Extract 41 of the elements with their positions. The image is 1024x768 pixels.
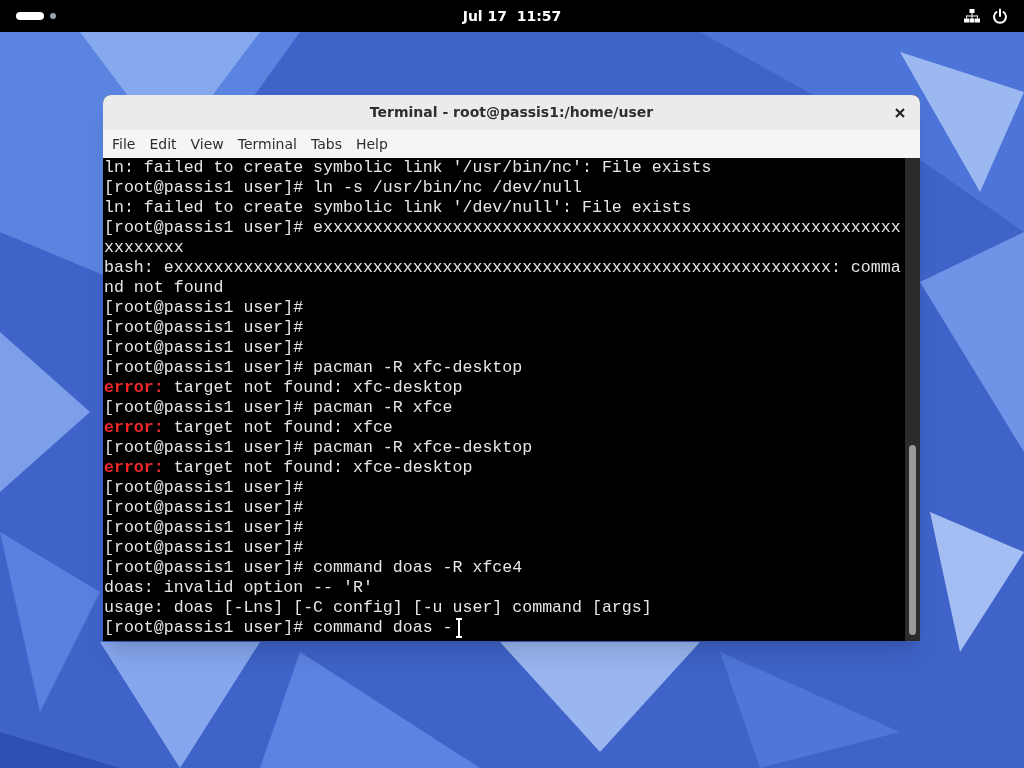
terminal-line: target not found: xfc-desktop <box>173 378 463 398</box>
terminal-line: [root@passis1 user]# ln -s /usr/bin/nc /dev/null <box>104 178 582 198</box>
scrollbar-thumb[interactable] <box>909 445 916 635</box>
error-label: error: <box>104 418 164 438</box>
terminal-line: target not found: xfce <box>173 418 393 438</box>
terminal-line: [root@passis1 user]# exxxxxxxxxxxxxxxxxxxxxxxxxxxxxxxxxxxxxxxxxxxxxxxxxxxxxxxxxx <box>104 218 901 238</box>
workspace-indicator-icon[interactable] <box>16 12 44 20</box>
menu-item[interactable]: Terminal <box>230 133 304 155</box>
terminal-line: [root@passis1 user]# <box>104 538 304 558</box>
scrollbar[interactable] <box>905 158 920 641</box>
terminal-line: ln: failed to create symbolic link '/dev/null': File exists <box>104 198 692 218</box>
terminal-line: [root@passis1 user]# <box>104 298 304 318</box>
terminal-line: usage: doas [-Lns] [-C config] [-u user] command [args] <box>104 598 652 618</box>
terminal-line: [root@passis1 user]# pacman -R xfce <box>104 398 453 418</box>
error-label: error: <box>104 378 164 398</box>
terminal-line: [root@passis1 user]# pacman -R xfc-desktop <box>104 358 523 378</box>
terminal-line: [root@passis1 user]# <box>104 478 304 498</box>
terminal-line: [root@passis1 user]# command doas - <box>104 618 453 638</box>
close-icon <box>895 108 905 118</box>
terminal-line: [root@passis1 user]# <box>104 498 304 518</box>
menu-item[interactable]: Help <box>348 133 395 155</box>
terminal-line: [root@passis1 user]# pacman -R xfce-desktop <box>104 438 533 458</box>
error-label: error: <box>104 458 164 478</box>
terminal-line: [root@passis1 user]# <box>104 338 304 358</box>
terminal-line: target not found: xfce-desktop <box>173 458 473 478</box>
terminal-line: bash: exxxxxxxxxxxxxxxxxxxxxxxxxxxxxxxxxxxxxxxxxxxxxxxxxxxxxxxxxxxxxxxxxx: comma <box>104 258 901 278</box>
menu-item[interactable]: View <box>183 133 231 155</box>
menu-item[interactable]: File <box>105 133 143 155</box>
menu-item[interactable]: Tabs <box>303 133 349 155</box>
terminal-line: [root@passis1 user]# command doas -R xfce4 <box>104 558 523 578</box>
window-title: Terminal - root@passis1:/home/user <box>369 103 654 122</box>
terminal-line: xxxxxxxx <box>104 238 184 258</box>
terminal-line: nd not found <box>104 278 224 298</box>
terminal-line: ln: failed to create symbolic link '/usr/bin/nc': File exists <box>104 158 712 178</box>
network-icon[interactable] <box>964 8 980 24</box>
terminal-line: [root@passis1 user]# <box>104 518 304 538</box>
clock[interactable]: Jul 17 11:57 <box>462 5 562 27</box>
terminal-line: [root@passis1 user]# <box>104 318 304 338</box>
power-icon[interactable] <box>992 8 1008 24</box>
menu-item[interactable]: Edit <box>142 133 184 155</box>
terminal-line: doas: invalid option -- 'R' <box>104 578 373 598</box>
